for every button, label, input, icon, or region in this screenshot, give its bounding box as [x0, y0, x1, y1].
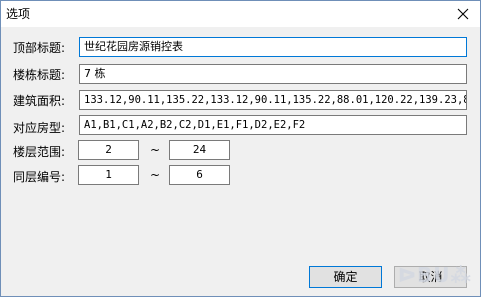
close-icon	[457, 8, 469, 20]
floor-range-separator: ~	[150, 143, 161, 157]
cancel-button[interactable]: 取消	[394, 266, 467, 288]
area-label: 建筑面积:	[13, 94, 66, 108]
top-title-input[interactable]: 世纪花园房源销控表	[79, 37, 467, 57]
area-input[interactable]: 133.12,90.11,135.22,133.12,90.11,135.22,…	[79, 90, 467, 110]
floor-range-from-input[interactable]: 2	[78, 140, 139, 160]
unit-number-to-input[interactable]: 6	[169, 165, 230, 185]
ok-button[interactable]: 确定	[309, 266, 382, 288]
window-title: 选项	[6, 7, 31, 21]
unit-number-separator: ~	[150, 168, 161, 182]
close-button[interactable]	[446, 1, 480, 27]
options-dialog: 选项 顶部标题: 世纪花园房源销控表 楼栋标题: 7 栋 建筑面积: 133.1…	[0, 0, 481, 297]
title-bar: 选项	[1, 1, 480, 27]
floor-range-label: 楼层范围:	[13, 145, 66, 159]
room-types-label: 对应房型:	[13, 121, 66, 135]
unit-number-from-input[interactable]: 1	[78, 165, 139, 185]
top-title-label: 顶部标题:	[13, 41, 66, 55]
building-title-label: 楼栋标题:	[13, 68, 66, 82]
room-types-input[interactable]: A1,B1,C1,A2,B2,C2,D1,E1,F1,D2,E2,F2	[79, 115, 467, 135]
building-title-input[interactable]: 7 栋	[79, 64, 467, 84]
floor-range-to-input[interactable]: 24	[169, 140, 230, 160]
unit-number-label: 同层编号:	[13, 170, 66, 184]
